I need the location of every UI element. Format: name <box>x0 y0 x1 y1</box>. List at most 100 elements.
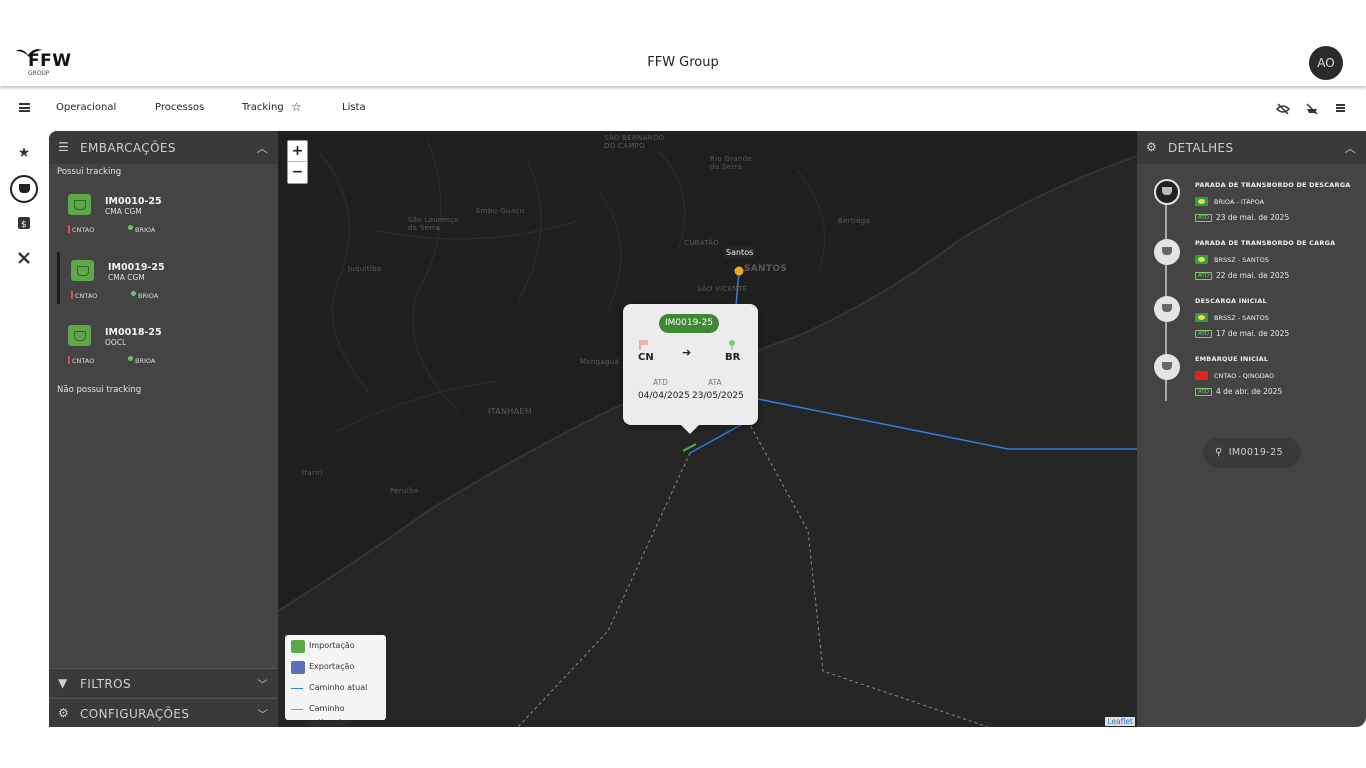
filters-section[interactable]: ▼ FILTROS ﹀ <box>49 668 278 697</box>
event-title: DESCARGA INICIAL <box>1195 297 1267 305</box>
popup-origin-country: CN <box>638 352 654 363</box>
gears-icon: ⚙ <box>1146 140 1158 154</box>
map-canvas[interactable] <box>278 131 1137 727</box>
destination-port: BRIOA <box>128 356 155 365</box>
ship-off-icon[interactable] <box>1305 103 1319 115</box>
santos-port-label: Santos <box>724 247 756 258</box>
legend-line <box>291 688 303 689</box>
legend-item: Caminho estimado <box>291 702 380 727</box>
chevron-down-icon[interactable]: ﹀ <box>258 676 268 691</box>
nav-bar: Operacional Processos Tracking ☆ Lista <box>0 92 1366 126</box>
event-place: BRSSZ - SANTOS <box>1195 255 1269 264</box>
map-place-label: Mongaguá <box>580 358 620 366</box>
popup-shipment-code[interactable]: IM0019-25 <box>659 314 719 333</box>
legend-label: Importação <box>309 641 355 650</box>
shipment-search-pill[interactable]: ⚲ IM0019-25 <box>1203 438 1301 468</box>
ship-icon <box>1154 354 1180 380</box>
shipment-code: IM0010-25 <box>105 196 162 207</box>
map-legend: Importação Exportação Caminho atual Cami… <box>285 635 386 727</box>
menu-icon[interactable] <box>19 103 30 112</box>
chevron-up-icon[interactable]: ︿ <box>257 140 268 156</box>
shipment-carrier: CMA CGM <box>105 207 142 216</box>
ship-icon-selected[interactable] <box>10 175 38 203</box>
ship-icon <box>1154 239 1180 265</box>
event-place: CNTAO - QINGDAO <box>1195 371 1274 380</box>
legend-item: Importação <box>291 639 380 660</box>
legend-line <box>291 709 303 710</box>
leaflet-attribution[interactable]: Leaflet <box>1105 717 1135 726</box>
top-bar: FFW GROUP FFW Group AO <box>0 0 1366 86</box>
ship-icon <box>68 325 91 346</box>
shipments-header[interactable]: ☰ EMBARCAÇÕES ︿ <box>49 131 278 164</box>
popup-atd-label: ATD <box>653 378 668 387</box>
shipment-card[interactable]: IM0018-25 OOCL CNTAO BRIOA <box>57 317 270 369</box>
dollar-icon[interactable]: $ <box>12 217 36 239</box>
options-menu-icon[interactable] <box>1336 104 1345 112</box>
legend-item: Caminho atual <box>291 681 380 702</box>
chevron-up-icon[interactable]: ︿ <box>1345 140 1356 156</box>
shipment-popup: IM0019-25 CN ➜ BR ATD ATA 04/04/2025 23/… <box>623 304 758 434</box>
ship-icon <box>68 194 91 215</box>
eye-off-icon[interactable] <box>1276 103 1290 115</box>
event-title: PARADA DE TRANSBORDO DE CARGA <box>1195 239 1336 247</box>
shipments-title: EMBARCAÇÕES <box>80 141 176 155</box>
popup-ata-value: 23/05/2025 <box>692 391 744 401</box>
arrow-right-icon: ➜ <box>682 346 692 359</box>
event-title: PARADA DE TRANSBORDO DE DESCARGA <box>1195 181 1351 189</box>
nav-tracking[interactable]: Tracking <box>242 102 284 113</box>
ship-icon <box>1154 296 1180 322</box>
brazil-flag-icon <box>1195 197 1208 206</box>
shipment-card-selected[interactable]: IM0019-25 CMA CGM CNTAO BRIOA <box>57 252 270 304</box>
map-place-label: Bertioga <box>838 217 871 225</box>
map-place-label: ITANHAEM <box>488 407 532 416</box>
star-icon[interactable]: ★ <box>12 145 36 167</box>
shipment-code: IM0018-25 <box>105 327 162 338</box>
zoom-out-button[interactable]: − <box>288 162 307 183</box>
details-title: DETALHES <box>1168 141 1234 155</box>
nav-operacional[interactable]: Operacional <box>56 102 116 113</box>
tracking-map[interactable]: + − SÃO BERNARDO DO CAMPO Rio Grande da … <box>278 131 1137 727</box>
map-place-label: SANTOS <box>744 264 788 274</box>
shipment-card[interactable]: IM0010-25 CMA CGM CNTAO BRIOA <box>57 186 270 238</box>
details-panel: ⚙ DETALHES ︿ PARADA DE TRANSBORDO DE DES… <box>1137 131 1366 727</box>
origin-flag-icon <box>639 340 648 350</box>
map-place-label: Rio Grande da Serra <box>710 155 753 171</box>
destination-pin-icon <box>729 340 735 350</box>
event-date: ATD 22 de mai. de 2025 <box>1195 271 1289 280</box>
shipment-carrier: OOCL <box>105 338 127 347</box>
ship-icon <box>71 260 94 281</box>
config-title: CONFIGURAÇÕES <box>80 707 190 721</box>
nav-lista[interactable]: Lista <box>342 102 366 113</box>
details-header[interactable]: ⚙ DETALHES ︿ <box>1137 131 1366 164</box>
side-rail: ★ $ <box>0 131 49 731</box>
map-place-label: Peruíbe <box>390 487 419 495</box>
chevron-down-icon[interactable]: ﹀ <box>258 706 268 721</box>
china-flag-icon <box>1195 371 1208 380</box>
favorite-star-icon[interactable]: ☆ <box>291 100 302 114</box>
zoom-in-button[interactable]: + <box>288 141 307 162</box>
shipment-carrier: CMA CGM <box>108 273 145 282</box>
config-section[interactable]: ⚙ CONFIGURAÇÕES ﹀ <box>49 698 278 727</box>
event-place: BRIOA - ITAPOA <box>1195 197 1264 206</box>
santos-port-marker <box>734 266 744 276</box>
app-title: FFW Group <box>647 55 719 70</box>
legend-label: Caminho estimado <box>309 704 347 727</box>
svg-text:$: $ <box>21 220 27 229</box>
map-place-label: CUBATÃO <box>684 239 720 247</box>
tools-icon[interactable] <box>12 251 36 273</box>
gears-icon: ⚙ <box>58 706 70 720</box>
map-place-label: SÃO BERNARDO DO CAMPO <box>604 134 665 150</box>
shipment-code: IM0019-25 <box>108 262 165 273</box>
user-avatar[interactable]: AO <box>1309 46 1343 80</box>
event-title: EMBARQUE INICIAL <box>1195 355 1269 363</box>
popup-ata-label: ATA <box>708 378 722 387</box>
filters-title: FILTROS <box>80 677 132 691</box>
nav-processos[interactable]: Processos <box>155 102 204 113</box>
event-date: ATD 4 de abr. de 2025 <box>1195 387 1282 396</box>
popup-destination-country: BR <box>725 352 741 363</box>
search-icon: ⚲ <box>1215 447 1223 458</box>
map-place-label: Juquitiba <box>348 265 382 273</box>
legend-label: Caminho atual <box>309 683 368 692</box>
ship-icon <box>1154 179 1180 205</box>
map-place-label: São Lourenço da Serra <box>408 216 459 232</box>
